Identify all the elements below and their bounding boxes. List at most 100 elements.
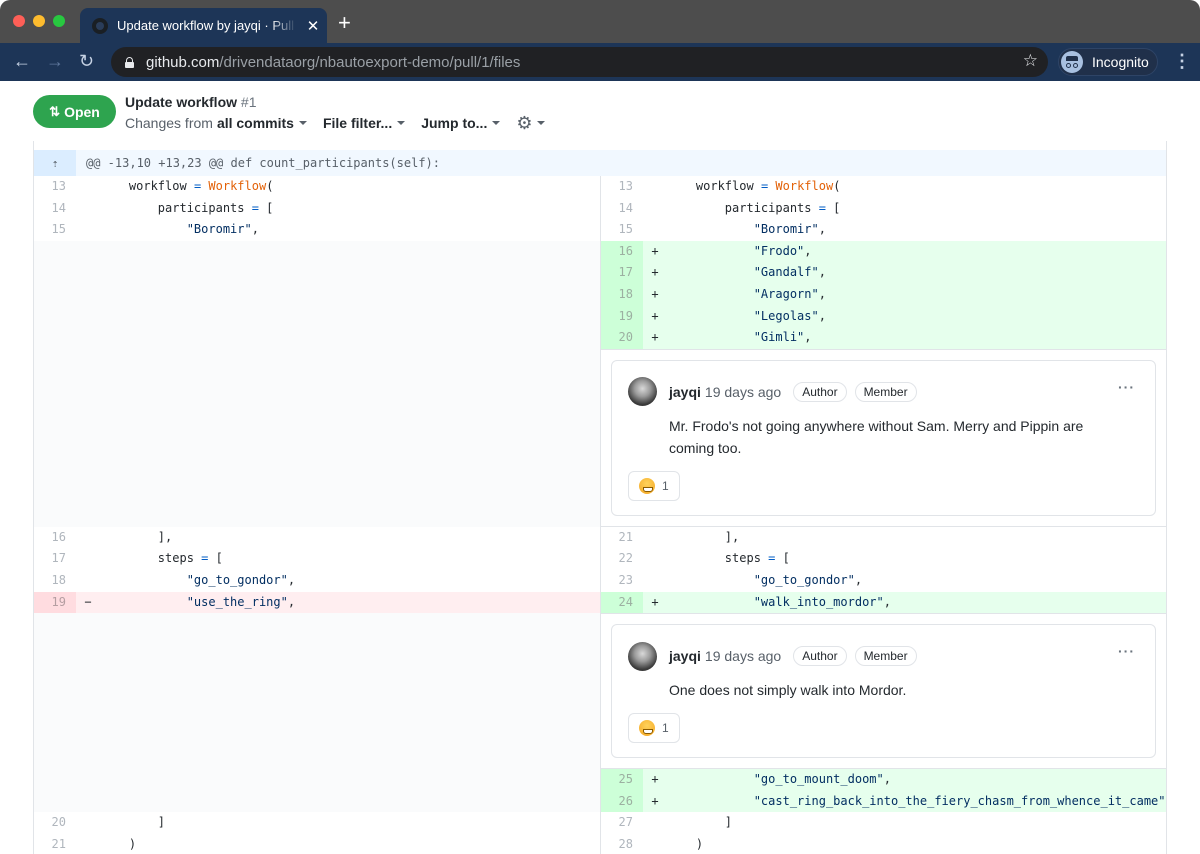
- added-line: 17 + "Gandalf",: [600, 262, 1166, 284]
- code-line: workflow = Workflow(: [695, 179, 841, 193]
- line-number[interactable]: 17: [601, 262, 643, 284]
- code-line: "cast_ring_back_into_the_fiery_chasm_fro…: [667, 790, 1166, 813]
- line-number[interactable]: 15: [34, 219, 76, 241]
- lock-icon: [125, 56, 134, 68]
- diff-row-added: 26 + "cast_ring_back_into_the_fiery_chasm…: [34, 790, 1166, 813]
- reaction-count: 1: [662, 721, 669, 736]
- comment-timestamp[interactable]: 19 days ago: [705, 384, 781, 400]
- caret-down-icon: [298, 121, 307, 125]
- line-number[interactable]: 18: [601, 283, 643, 306]
- incognito-label: Incognito: [1092, 54, 1149, 70]
- reaction-button[interactable]: 1: [628, 713, 680, 744]
- reaction-button[interactable]: 1: [628, 470, 680, 501]
- diff-row: 20 ] 27 ]: [34, 812, 1166, 834]
- more-options-icon[interactable]: ···: [1118, 379, 1135, 395]
- more-options-icon[interactable]: ···: [1118, 643, 1135, 659]
- diff-row: 16 ], 21 ],: [34, 526, 1166, 549]
- diff-settings-dropdown[interactable]: ⚙: [516, 113, 546, 133]
- minimize-window-button[interactable]: [33, 15, 45, 27]
- line-number[interactable]: 17: [34, 548, 76, 570]
- line-number[interactable]: 19: [601, 305, 643, 328]
- addition-marker: +: [643, 591, 667, 614]
- review-comment: jayqi 19 days ago Author Member ··· One …: [611, 624, 1156, 759]
- line-number[interactable]: 19: [34, 591, 76, 614]
- avatar[interactable]: [628, 641, 657, 671]
- added-line: 19 + "Legolas",: [600, 305, 1166, 328]
- tab-title: Update workflow by jayqi · Pull Request …: [117, 18, 297, 33]
- diff-row-added: 19 + "Legolas",: [34, 305, 1166, 328]
- diff-row: 21 ) 28 ): [34, 833, 1166, 854]
- line-number[interactable]: 13: [601, 176, 643, 198]
- expand-up-icon[interactable]: ⇡: [34, 150, 76, 176]
- code-line: ]: [100, 815, 166, 830]
- author-badge: Author: [793, 646, 847, 667]
- empty-side: [34, 327, 600, 349]
- file-filter-dropdown[interactable]: File filter...: [323, 115, 406, 131]
- comment-body: One does not simply walk into Mordor.: [669, 682, 907, 699]
- code-line: steps = [: [100, 551, 223, 566]
- forward-arrow-icon[interactable]: →: [46, 51, 64, 71]
- empty-side: [34, 262, 600, 284]
- close-window-button[interactable]: [13, 15, 25, 27]
- gear-icon: ⚙: [516, 113, 533, 133]
- line-number[interactable]: 23: [601, 570, 643, 592]
- incognito-profile-button[interactable]: Incognito: [1058, 48, 1158, 76]
- line-number[interactable]: 20: [601, 327, 643, 349]
- bookmark-star-icon[interactable]: ☆: [1023, 51, 1038, 71]
- code-line: "go_to_gondor",: [753, 572, 863, 587]
- line-number[interactable]: 28: [601, 834, 643, 854]
- line-number[interactable]: 22: [601, 548, 643, 570]
- code-line: "Boromir",: [186, 222, 259, 237]
- line-number[interactable]: 14: [601, 198, 643, 220]
- code-line: ): [100, 836, 137, 851]
- hunk-header-text: @@ -13,10 +13,23 @@ def count_participan…: [86, 156, 441, 170]
- grinning-emoji-icon: [639, 720, 655, 737]
- diff-row: 17 steps = [ 22 steps = [: [34, 548, 1166, 570]
- line-number[interactable]: 20: [34, 812, 76, 834]
- back-arrow-icon[interactable]: ←: [13, 51, 31, 71]
- code-line: workflow = Workflow(: [128, 179, 274, 193]
- line-number[interactable]: 16: [34, 527, 76, 549]
- deletion-marker: −: [76, 591, 100, 614]
- jump-to-dropdown[interactable]: Jump to...: [421, 115, 501, 131]
- line-number[interactable]: 27: [601, 812, 643, 834]
- line-number[interactable]: 14: [34, 198, 76, 220]
- new-tab-button[interactable]: +: [338, 12, 351, 34]
- reload-icon[interactable]: ↻: [79, 51, 94, 71]
- comment-timestamp[interactable]: 19 days ago: [705, 648, 781, 664]
- line-number[interactable]: 21: [34, 834, 76, 854]
- line-number[interactable]: 18: [34, 570, 76, 592]
- code-line: ],: [100, 529, 173, 544]
- line-number[interactable]: 16: [601, 240, 643, 263]
- url-path: /drivendataorg/nbautoexport-demo/pull/1/…: [219, 53, 521, 71]
- code-line: "Boromir",: [753, 222, 826, 237]
- diff-row-added: 18 + "Aragorn",: [34, 283, 1166, 306]
- line-number[interactable]: 21: [601, 527, 643, 549]
- browser-toolbar: ← → ↻ github.com/drivendataorg/nbautoexp…: [0, 43, 1200, 81]
- comment-author[interactable]: jayqi: [669, 648, 701, 664]
- diff-row: 13 workflow = Workflow( 13 workflow = Wo…: [34, 176, 1166, 198]
- author-badge: Author: [793, 381, 847, 402]
- addition-marker: +: [643, 283, 667, 306]
- close-icon[interactable]: ✕: [305, 17, 321, 35]
- avatar[interactable]: [628, 377, 657, 407]
- reaction-count: 1: [662, 478, 669, 493]
- code-line: ): [667, 836, 704, 851]
- line-number[interactable]: 15: [601, 219, 643, 241]
- line-number[interactable]: 24: [601, 591, 643, 614]
- added-line: 20 + "Gimli",: [600, 327, 1166, 349]
- address-bar[interactable]: github.com/drivendataorg/nbautoexport-de…: [111, 47, 1048, 77]
- browser-menu-icon[interactable]: ⋮: [1173, 51, 1191, 71]
- inline-comment-thread: jayqi 19 days ago Author Member ··· One …: [34, 613, 1166, 770]
- pr-number: #1: [240, 94, 257, 110]
- line-number[interactable]: 25: [601, 769, 643, 791]
- changes-from-dropdown[interactable]: Changes from all commits: [125, 115, 307, 131]
- line-number[interactable]: 13: [34, 176, 76, 198]
- maximize-window-button[interactable]: [53, 15, 65, 27]
- comment-author[interactable]: jayqi: [669, 384, 701, 400]
- empty-side: [34, 769, 600, 791]
- empty-side: [34, 790, 600, 813]
- line-number[interactable]: 26: [601, 790, 643, 813]
- code-line: "use_the_ring",: [100, 591, 600, 614]
- browser-tab-active[interactable]: Update workflow by jayqi · Pull Request …: [80, 8, 327, 43]
